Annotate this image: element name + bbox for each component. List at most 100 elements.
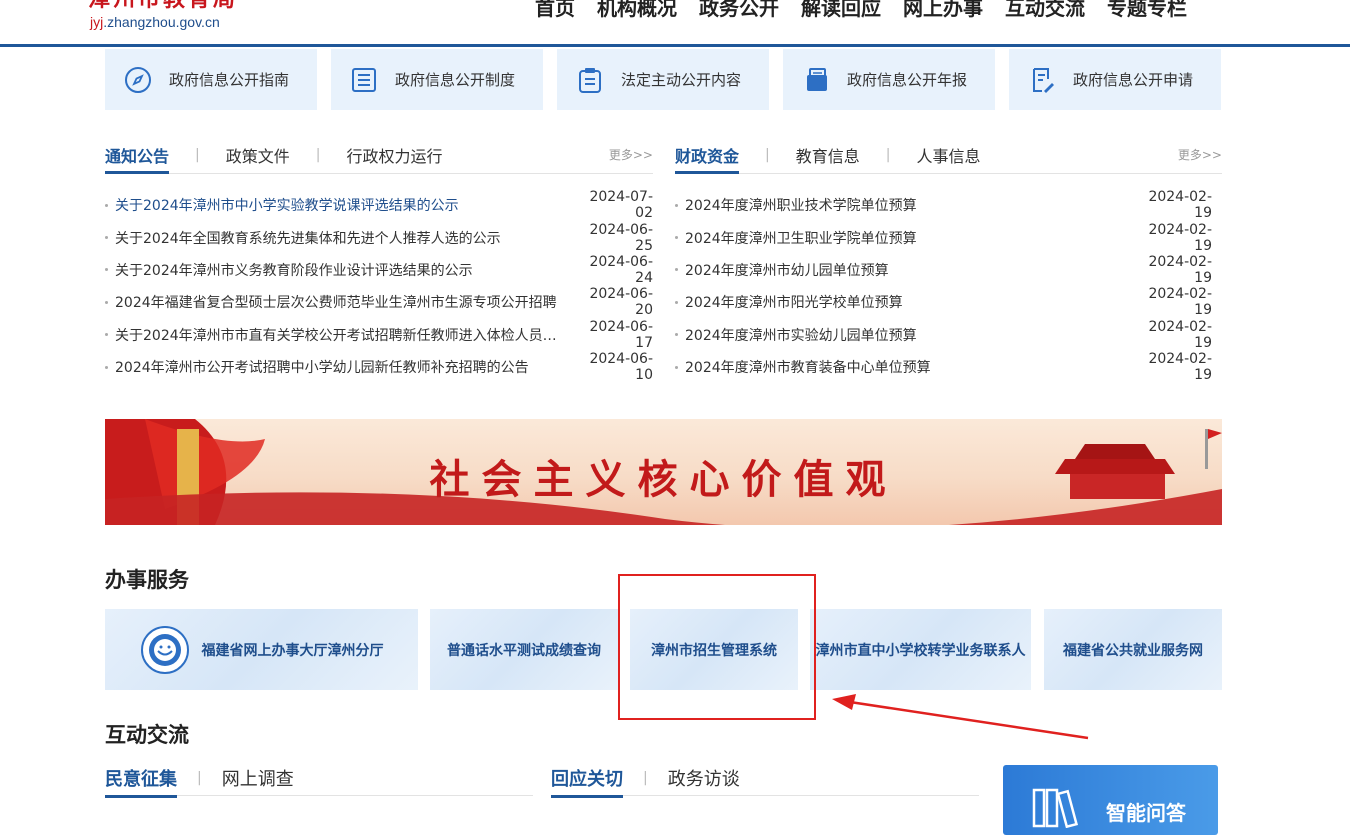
ai-qa-label: 智能问答 [1106, 801, 1186, 825]
quick-link-system[interactable]: 政府信息公开制度 [331, 49, 543, 110]
tab-opinion-collection[interactable]: 民意征集 [105, 765, 177, 798]
quick-link-label: 政府信息公开制度 [395, 71, 516, 89]
list-item[interactable]: 2024年度漳州市幼儿园单位预算 2024-02-19 [675, 254, 1222, 286]
list-item[interactable]: 2024年度漳州卫生职业学院单位预算 2024-02-19 [675, 221, 1222, 254]
quick-link-application[interactable]: 政府信息公开申请 [1009, 49, 1221, 110]
quick-link-label: 政府信息公开指南 [169, 71, 290, 89]
news-date: 2024-06-20 [589, 286, 653, 319]
service-fujian-online-hall[interactable]: 福建省网上办事大厅漳州分厅 [105, 609, 418, 690]
news-date: 2024-06-17 [589, 318, 653, 351]
news-tabs-right: 财政资金 | 教育信息 | 人事信息 更多>> [675, 140, 1222, 174]
clipboard-icon [575, 65, 605, 95]
service-mandarin-test[interactable]: 普通话水平测试成绩查询 [430, 609, 618, 690]
list-item[interactable]: 关于2024年漳州市市直有关学校公开考试招聘新任教师进入体检人员名单 2024-0… [105, 319, 653, 351]
news-date: 2024-06-24 [589, 253, 653, 286]
quick-link-guide[interactable]: 政府信息公开指南 [105, 49, 317, 110]
list-icon [349, 65, 379, 95]
list-item[interactable]: 2024年漳州市公开考试招聘中小学幼儿园新任教师补充招聘的公告 2024-06-1… [105, 351, 653, 383]
report-icon [801, 65, 831, 95]
core-values-banner[interactable]: 社会主义核心价值观 [105, 419, 1222, 525]
list-item[interactable]: 2024年度漳州市阳光学校单位预算 2024-02-19 [675, 286, 1222, 318]
news-panel-left: 通知公告 | 政策文件 | 行政权力运行 更多>> 关于2024年漳州市中小学实… [105, 140, 653, 383]
quick-link-label: 法定主动公开内容 [621, 71, 742, 89]
tab-policy-documents[interactable]: 政策文件 [226, 143, 290, 167]
quick-links: 政府信息公开指南 政府信息公开制度 法定主动公开内容 政府信息公开年报 政府信息… [105, 49, 1235, 110]
service-transfer-contacts[interactable]: 漳州市直中小学校转学业务联系人 [810, 609, 1031, 690]
news-tabs-left: 通知公告 | 政策文件 | 行政权力运行 更多>> [105, 140, 653, 174]
list-item[interactable]: 2024年度漳州市教育装备中心单位预算 2024-02-19 [675, 351, 1222, 383]
tab-separator: | [885, 147, 891, 163]
tab-personnel-info[interactable]: 人事信息 [916, 143, 980, 167]
news-date: 2024-06-10 [589, 351, 653, 384]
tab-administrative-power[interactable]: 行政权力运行 [346, 143, 442, 167]
interaction-tabs-right: 回应关切 | 政务访谈 [551, 763, 979, 798]
service-label: 福建省公共就业服务网 [1063, 642, 1203, 659]
tab-separator: | [643, 770, 648, 786]
news-date: 2024-02-19 [1148, 189, 1212, 222]
quick-link-annual-report[interactable]: 政府信息公开年报 [783, 49, 995, 110]
list-item[interactable]: 关于2024年全国教育系统先进集体和先进个人推荐人选的公示 2024-06-25 [105, 221, 653, 254]
bullet [105, 333, 108, 337]
nav-government-affairs[interactable]: 政务公开 [699, 0, 779, 22]
service-label: 漳州市直中小学校转学业务联系人 [815, 642, 1026, 659]
service-public-employment[interactable]: 福建省公共就业服务网 [1044, 609, 1222, 690]
nav-home[interactable]: 首页 [535, 0, 575, 22]
tab-government-interviews[interactable]: 政务访谈 [668, 765, 740, 791]
news-title[interactable]: 2024年漳州市公开考试招聘中小学幼儿园新任教师补充招聘的公告 [115, 357, 563, 377]
tab-finance[interactable]: 财政资金 [675, 143, 740, 174]
nav-special-topics[interactable]: 专题专栏 [1107, 0, 1187, 22]
news-title[interactable]: 2024年度漳州市阳光学校单位预算 [685, 292, 1122, 312]
list-item[interactable]: 关于2024年漳州市义务教育阶段作业设计评选结果的公示 2024-06-24 [105, 254, 653, 286]
news-date: 2024-02-19 [1148, 351, 1212, 384]
news-list-right: 2024年度漳州职业技术学院单位预算 2024-02-19 2024年度漳州卫生职… [675, 189, 1222, 383]
list-item[interactable]: 关于2024年漳州市中小学实验教学说课评选结果的公示 2024-07-02 [105, 189, 653, 221]
services-title: 办事服务 [105, 568, 189, 592]
news-title[interactable]: 关于2024年漳州市市直有关学校公开考试招聘新任教师进入体检人员名单 [115, 325, 563, 345]
header-divider [0, 44, 1350, 47]
site-title[interactable]: 漳州市教育局 [88, 0, 238, 12]
compass-icon [123, 65, 153, 95]
list-item[interactable]: 2024年度漳州市实验幼儿园单位预算 2024-02-19 [675, 319, 1222, 351]
tab-notices[interactable]: 通知公告 [105, 143, 170, 174]
list-item[interactable]: 2024年福建省复合型硕士层次公费师范毕业生漳州市生源专项公开招聘 2024-06… [105, 286, 653, 318]
domain-rest: .zhangzhou.gov.cn [103, 14, 220, 30]
highlight-box [618, 574, 816, 720]
quick-link-content[interactable]: 法定主动公开内容 [557, 49, 769, 110]
nav-interaction[interactable]: 互动交流 [1005, 0, 1085, 22]
edit-document-icon [1027, 65, 1057, 95]
books-icon [1032, 788, 1079, 828]
interaction-left: 民意征集 | 网上调查 [105, 763, 533, 798]
news-title[interactable]: 2024年度漳州职业技术学院单位预算 [685, 195, 1122, 215]
tab-online-survey[interactable]: 网上调查 [222, 765, 294, 791]
bullet [105, 203, 108, 207]
news-title[interactable]: 2024年度漳州市实验幼儿园单位预算 [685, 325, 1122, 345]
emblem-icon [140, 625, 190, 675]
news-date: 2024-07-02 [589, 189, 653, 222]
news-date: 2024-02-19 [1148, 221, 1212, 254]
bullet [105, 365, 108, 369]
quick-link-label: 政府信息公开年报 [847, 71, 968, 89]
tab-separator: | [195, 147, 200, 163]
tab-response-concerns[interactable]: 回应关切 [551, 765, 623, 798]
tab-education-info[interactable]: 教育信息 [796, 143, 860, 167]
news-title[interactable]: 2024年福建省复合型硕士层次公费师范毕业生漳州市生源专项公开招聘 [115, 292, 563, 312]
news-date: 2024-02-19 [1148, 253, 1212, 286]
news-title[interactable]: 2024年度漳州市幼儿园单位预算 [685, 260, 1122, 280]
nav-online-services[interactable]: 网上办事 [903, 0, 983, 22]
news-title[interactable]: 关于2024年漳州市义务教育阶段作业设计评选结果的公示 [115, 260, 563, 280]
bullet [675, 300, 678, 304]
news-title[interactable]: 2024年度漳州市教育装备中心单位预算 [685, 357, 1122, 377]
bullet [675, 236, 678, 240]
news-date: 2024-02-19 [1148, 318, 1212, 351]
news-title[interactable]: 关于2024年全国教育系统先进集体和先进个人推荐人选的公示 [115, 228, 563, 248]
list-item[interactable]: 2024年度漳州职业技术学院单位预算 2024-02-19 [675, 189, 1222, 221]
more-link[interactable]: 更多>> [1178, 146, 1222, 163]
tab-separator: | [197, 770, 202, 786]
banner-title: 社会主义核心价值观 [429, 456, 898, 503]
bullet [675, 365, 678, 369]
news-title[interactable]: 2024年度漳州卫生职业学院单位预算 [685, 228, 1122, 248]
nav-organization[interactable]: 机构概况 [597, 0, 677, 22]
news-title[interactable]: 关于2024年漳州市中小学实验教学说课评选结果的公示 [115, 195, 563, 215]
more-link[interactable]: 更多>> [609, 146, 653, 163]
nav-interpretation[interactable]: 解读回应 [801, 0, 881, 22]
